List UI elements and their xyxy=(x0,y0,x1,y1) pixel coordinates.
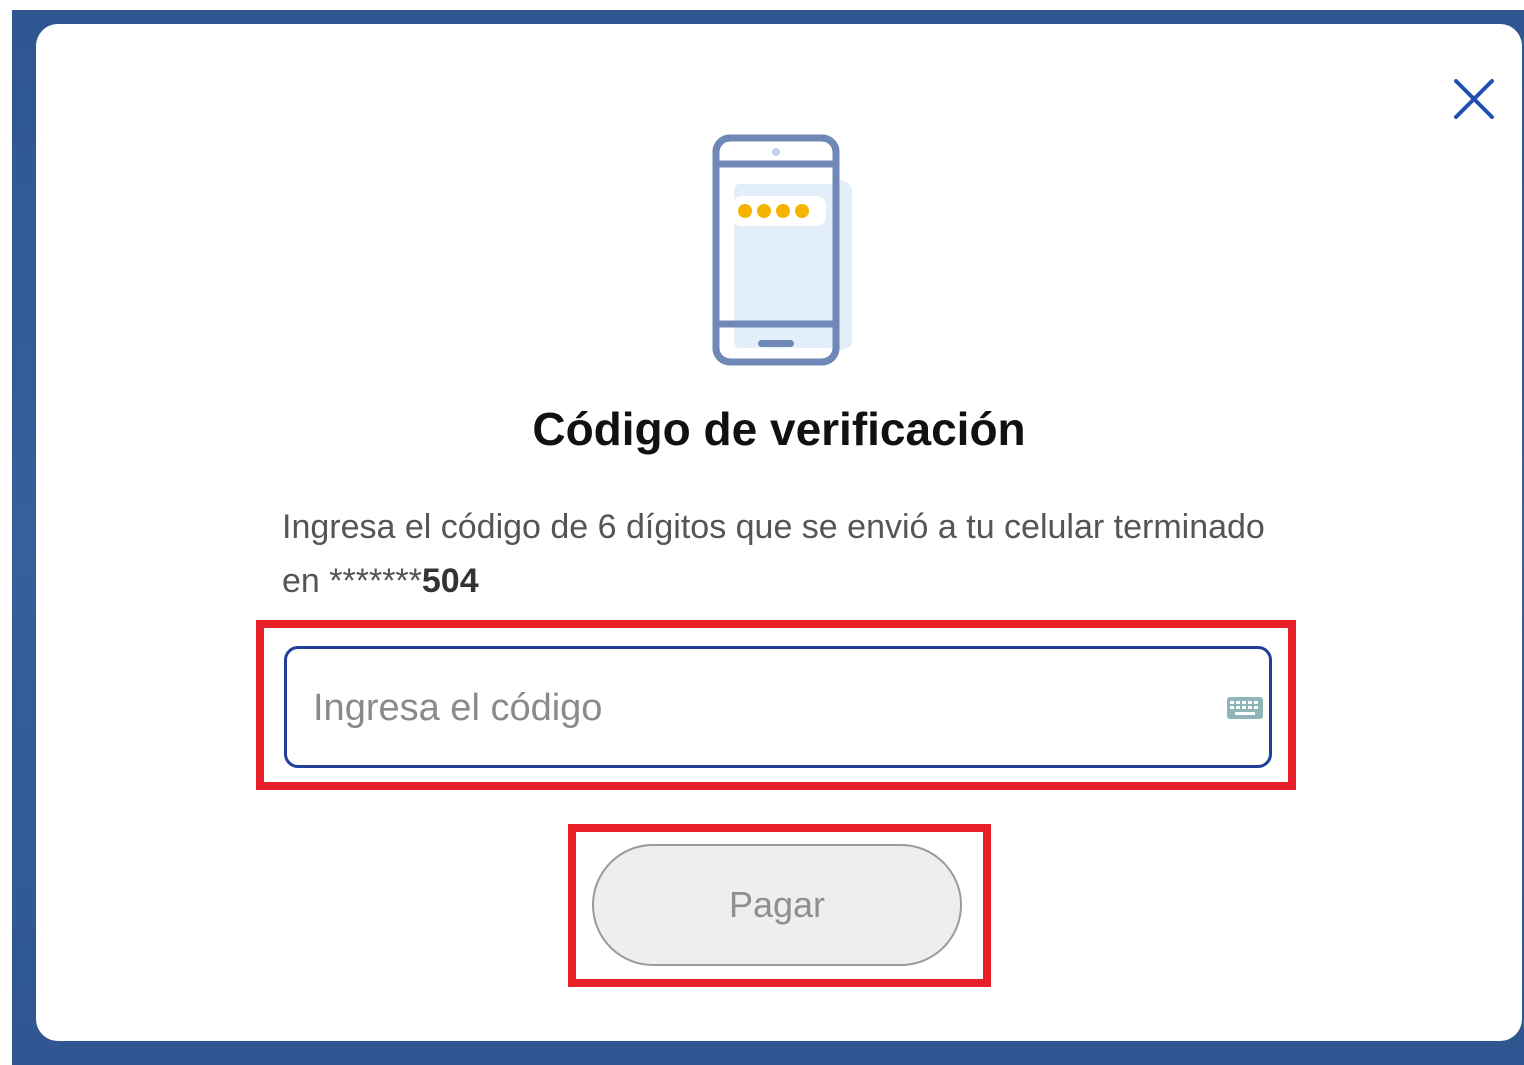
highlight-frame-button xyxy=(568,824,991,987)
verification-message: Ingresa el código de 6 dígitos que se en… xyxy=(282,500,1282,608)
modal-title: Código de verificación xyxy=(532,403,1026,455)
phone-suffix: 504 xyxy=(421,562,479,600)
phone-otp-icon xyxy=(712,134,858,370)
close-button[interactable] xyxy=(1454,79,1494,119)
highlight-frame-input xyxy=(256,620,1296,790)
verification-modal: Código de verificación Ingresa el código… xyxy=(36,24,1522,1041)
close-icon xyxy=(1454,79,1494,119)
